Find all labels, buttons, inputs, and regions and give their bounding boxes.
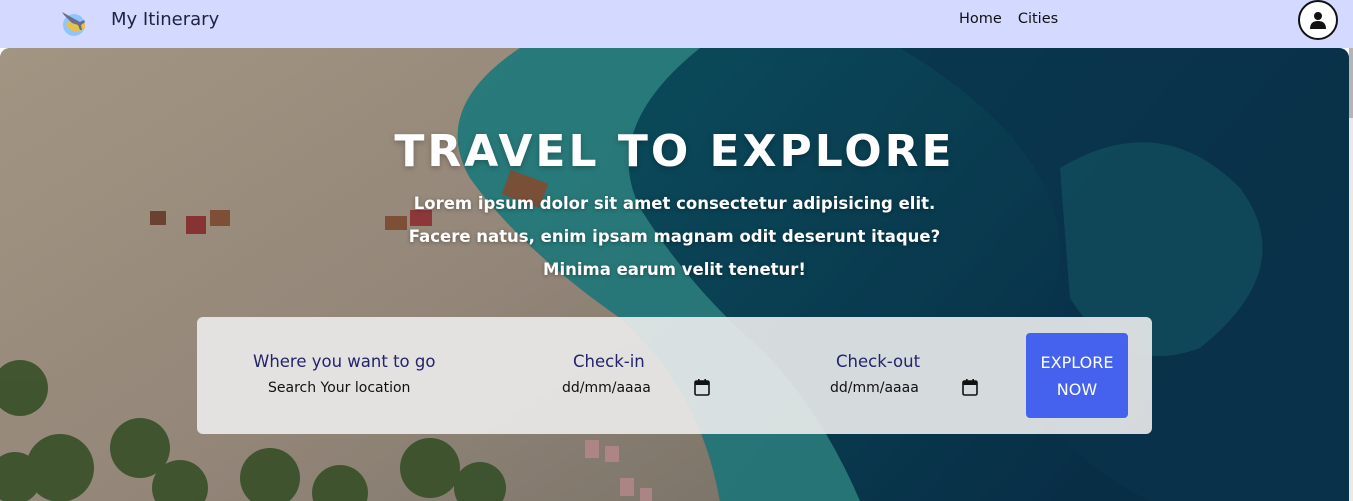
explore-button-line-2: NOW (1056, 380, 1098, 399)
nav-links: Home Cities (959, 11, 1058, 27)
user-icon (1310, 12, 1326, 29)
scrollbar-thumb[interactable] (1349, 48, 1353, 118)
search-panel: Where you want to go Search Your locatio… (197, 317, 1152, 434)
brand-title[interactable]: My Itinerary (111, 9, 219, 31)
checkin-date-input[interactable]: dd/mm/aaaa (562, 380, 651, 396)
checkin-calendar-icon[interactable] (694, 379, 710, 396)
hero-text-line-2: Facere natus, enim ipsam magnam odit des… (408, 227, 941, 246)
hero-text-line-3: Minima earum velit tenetur! (543, 260, 806, 279)
explore-now-button[interactable]: EXPLORE NOW (1026, 333, 1128, 418)
hero-title: TRAVEL TO EXPLORE (394, 126, 955, 177)
location-input[interactable]: Search Your location (268, 380, 410, 396)
checkout-label: Check-out (836, 352, 921, 371)
location-label: Where you want to go (253, 352, 436, 371)
checkout-date-input[interactable]: dd/mm/aaaa (830, 380, 919, 396)
navbar: My Itinerary Home Cities (0, 0, 1353, 48)
plane-globe-icon[interactable] (58, 6, 90, 38)
nav-cities-link[interactable]: Cities (1018, 11, 1058, 27)
page-scrollbar[interactable] (1349, 48, 1353, 501)
nav-home-link[interactable]: Home (959, 11, 1002, 27)
hero-section: TRAVEL TO EXPLORE Lorem ipsum dolor sit … (0, 48, 1349, 501)
explore-button-line-1: EXPLORE (1040, 353, 1114, 372)
hero-text-line-1: Lorem ipsum dolor sit amet consectetur a… (413, 194, 936, 213)
user-avatar-button[interactable] (1298, 0, 1338, 40)
checkin-label: Check-in (573, 352, 645, 371)
checkout-calendar-icon[interactable] (962, 379, 978, 396)
